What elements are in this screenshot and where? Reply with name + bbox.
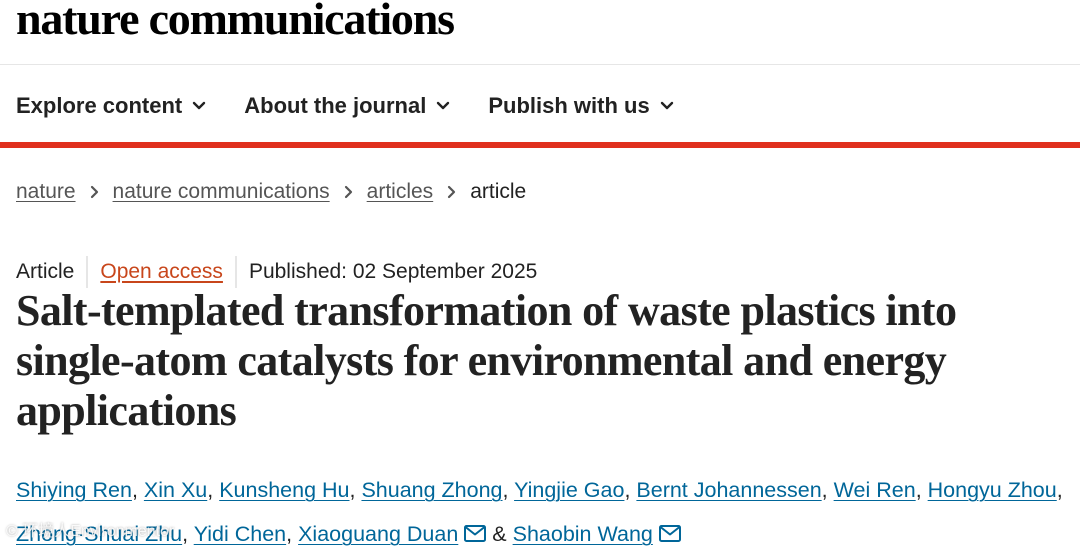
- breadcrumb-nature-communications[interactable]: nature communications: [113, 180, 330, 204]
- meta-divider: [86, 256, 89, 288]
- author-link[interactable]: Shaobin Wang: [513, 522, 653, 546]
- author-ampersand: &: [492, 522, 507, 546]
- breadcrumb: nature nature communications articles ar…: [16, 180, 526, 204]
- chevron-down-icon: [660, 101, 673, 110]
- nav-explore-content[interactable]: Explore content: [16, 93, 206, 119]
- author-link[interactable]: Kunsheng Hu: [219, 478, 349, 502]
- open-access-link[interactable]: Open access: [100, 260, 223, 284]
- meta-divider: [234, 256, 237, 288]
- nav-publish-with-us[interactable]: Publish with us: [488, 93, 673, 119]
- breadcrumb-articles[interactable]: articles: [367, 180, 434, 204]
- mail-icon[interactable]: [658, 513, 681, 557]
- chevron-down-icon: [193, 101, 206, 110]
- author-list: Shiying Ren, Xin Xu, Kunsheng Hu, Shuang…: [16, 468, 1080, 557]
- watermark: © 环境人Environmentor: [6, 523, 175, 540]
- author-link[interactable]: Xiaoguang Duan: [298, 522, 458, 546]
- main-nav: Explore content About the journal Publis…: [16, 86, 712, 126]
- author-link[interactable]: Wei Ren: [834, 478, 916, 502]
- nav-item-label: Publish with us: [488, 93, 650, 118]
- author-link[interactable]: Bernt Johannessen: [636, 478, 821, 502]
- chevron-down-icon: [437, 101, 450, 110]
- journal-logo[interactable]: nature communications: [16, 0, 455, 45]
- chevron-right-icon: [447, 185, 456, 199]
- article-title: Salt-templated transformation of waste p…: [16, 286, 957, 435]
- breadcrumb-nature[interactable]: nature: [16, 180, 76, 204]
- nav-item-label: About the journal: [244, 93, 427, 118]
- nav-item-label: Explore content: [16, 93, 183, 118]
- author-link[interactable]: Shuang Zhong: [361, 478, 502, 502]
- chevron-right-icon: [344, 185, 353, 199]
- mail-icon[interactable]: [464, 513, 487, 557]
- chevron-right-icon: [90, 185, 99, 199]
- accent-bar: [0, 142, 1080, 148]
- author-link[interactable]: Shiying Ren: [16, 478, 132, 502]
- article-meta: Article Open access Published: 02 Septem…: [16, 256, 537, 288]
- author-link[interactable]: Xin Xu: [144, 478, 207, 502]
- published-date: Published: 02 September 2025: [248, 260, 538, 283]
- author-link[interactable]: Yidi Chen: [194, 522, 286, 546]
- breadcrumb-current: article: [470, 180, 527, 203]
- header-divider: [0, 64, 1080, 65]
- author-link[interactable]: Hongyu Zhou: [928, 478, 1057, 502]
- article-type: Article: [16, 260, 75, 283]
- nav-about-the-journal[interactable]: About the journal: [244, 93, 450, 119]
- author-link[interactable]: Yingjie Gao: [514, 478, 624, 502]
